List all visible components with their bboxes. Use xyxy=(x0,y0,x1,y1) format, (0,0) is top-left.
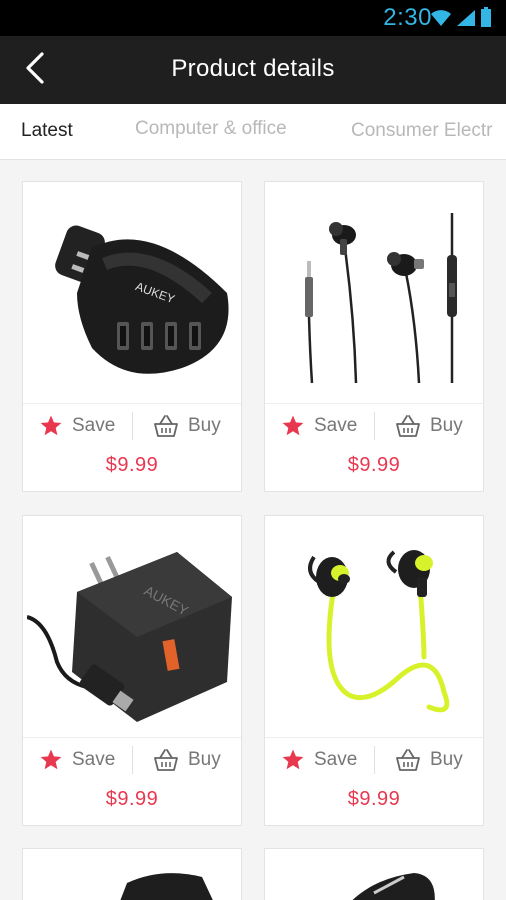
star-icon xyxy=(40,415,62,436)
status-icons xyxy=(430,7,492,27)
star-icon xyxy=(282,415,304,436)
divider xyxy=(132,412,133,440)
product-image xyxy=(265,182,483,404)
signal-icon xyxy=(457,10,475,26)
star-icon xyxy=(282,749,304,770)
save-label: Save xyxy=(72,749,116,770)
divider xyxy=(132,746,133,774)
product-price: $9.99 xyxy=(105,788,159,810)
battery-icon xyxy=(481,7,491,27)
save-button[interactable]: Save xyxy=(39,410,115,442)
basket-icon xyxy=(396,415,420,437)
product-image: AUKEY xyxy=(23,516,241,738)
category-tabs: Latest Computer & office Consumer Electr xyxy=(0,104,506,160)
status-bar: 2:30 xyxy=(0,0,506,36)
save-button[interactable]: Save xyxy=(281,744,357,776)
status-time: 2:30 xyxy=(383,4,432,31)
page-title: Product details xyxy=(171,55,335,82)
product-actions: Save Buy xyxy=(265,738,483,782)
basket-icon xyxy=(396,749,420,771)
product-card[interactable]: AUKEY Save Buy $9.99 xyxy=(22,181,242,492)
product-price: $9.99 xyxy=(347,454,401,476)
buy-button[interactable]: Buy xyxy=(395,744,463,776)
tab-computer-office[interactable]: Computer & office xyxy=(135,118,287,140)
divider xyxy=(374,412,375,440)
basket-icon xyxy=(154,749,178,771)
buy-button[interactable]: Buy xyxy=(153,744,221,776)
divider xyxy=(374,746,375,774)
save-button[interactable]: Save xyxy=(39,744,115,776)
buy-button[interactable]: Buy xyxy=(153,410,221,442)
save-label: Save xyxy=(314,415,358,436)
tab-consumer-electronics[interactable]: Consumer Electr xyxy=(351,120,493,142)
wifi-icon xyxy=(431,10,451,26)
buy-label: Buy xyxy=(430,749,463,770)
product-card[interactable]: Save Buy $9.99 xyxy=(264,181,484,492)
save-label: Save xyxy=(314,749,358,770)
product-card[interactable]: AUKEY Save Buy $9.99 xyxy=(22,515,242,826)
product-price: $9.99 xyxy=(105,454,159,476)
product-card[interactable] xyxy=(22,848,242,900)
app-bar: Product details xyxy=(0,36,506,104)
product-card[interactable]: Save Buy $9.99 xyxy=(264,515,484,826)
product-image: AUKEY xyxy=(23,182,241,404)
buy-label: Buy xyxy=(188,415,221,436)
buy-button[interactable]: Buy xyxy=(395,410,463,442)
tab-latest[interactable]: Latest xyxy=(21,120,73,142)
buy-label: Buy xyxy=(430,415,463,436)
product-actions: Save Buy xyxy=(23,404,241,448)
buy-label: Buy xyxy=(188,749,221,770)
product-price: $9.99 xyxy=(347,788,401,810)
product-actions: Save Buy xyxy=(265,404,483,448)
save-label: Save xyxy=(72,415,116,436)
star-icon xyxy=(40,749,62,770)
product-card[interactable] xyxy=(264,848,484,900)
product-actions: Save Buy xyxy=(23,738,241,782)
product-image xyxy=(265,516,483,738)
save-button[interactable]: Save xyxy=(281,410,357,442)
product-image xyxy=(23,849,241,900)
product-image xyxy=(265,849,483,900)
basket-icon xyxy=(154,415,178,437)
product-grid: AUKEY Save Buy $9.99 Save Buy $9.99 AUKE… xyxy=(0,160,506,900)
